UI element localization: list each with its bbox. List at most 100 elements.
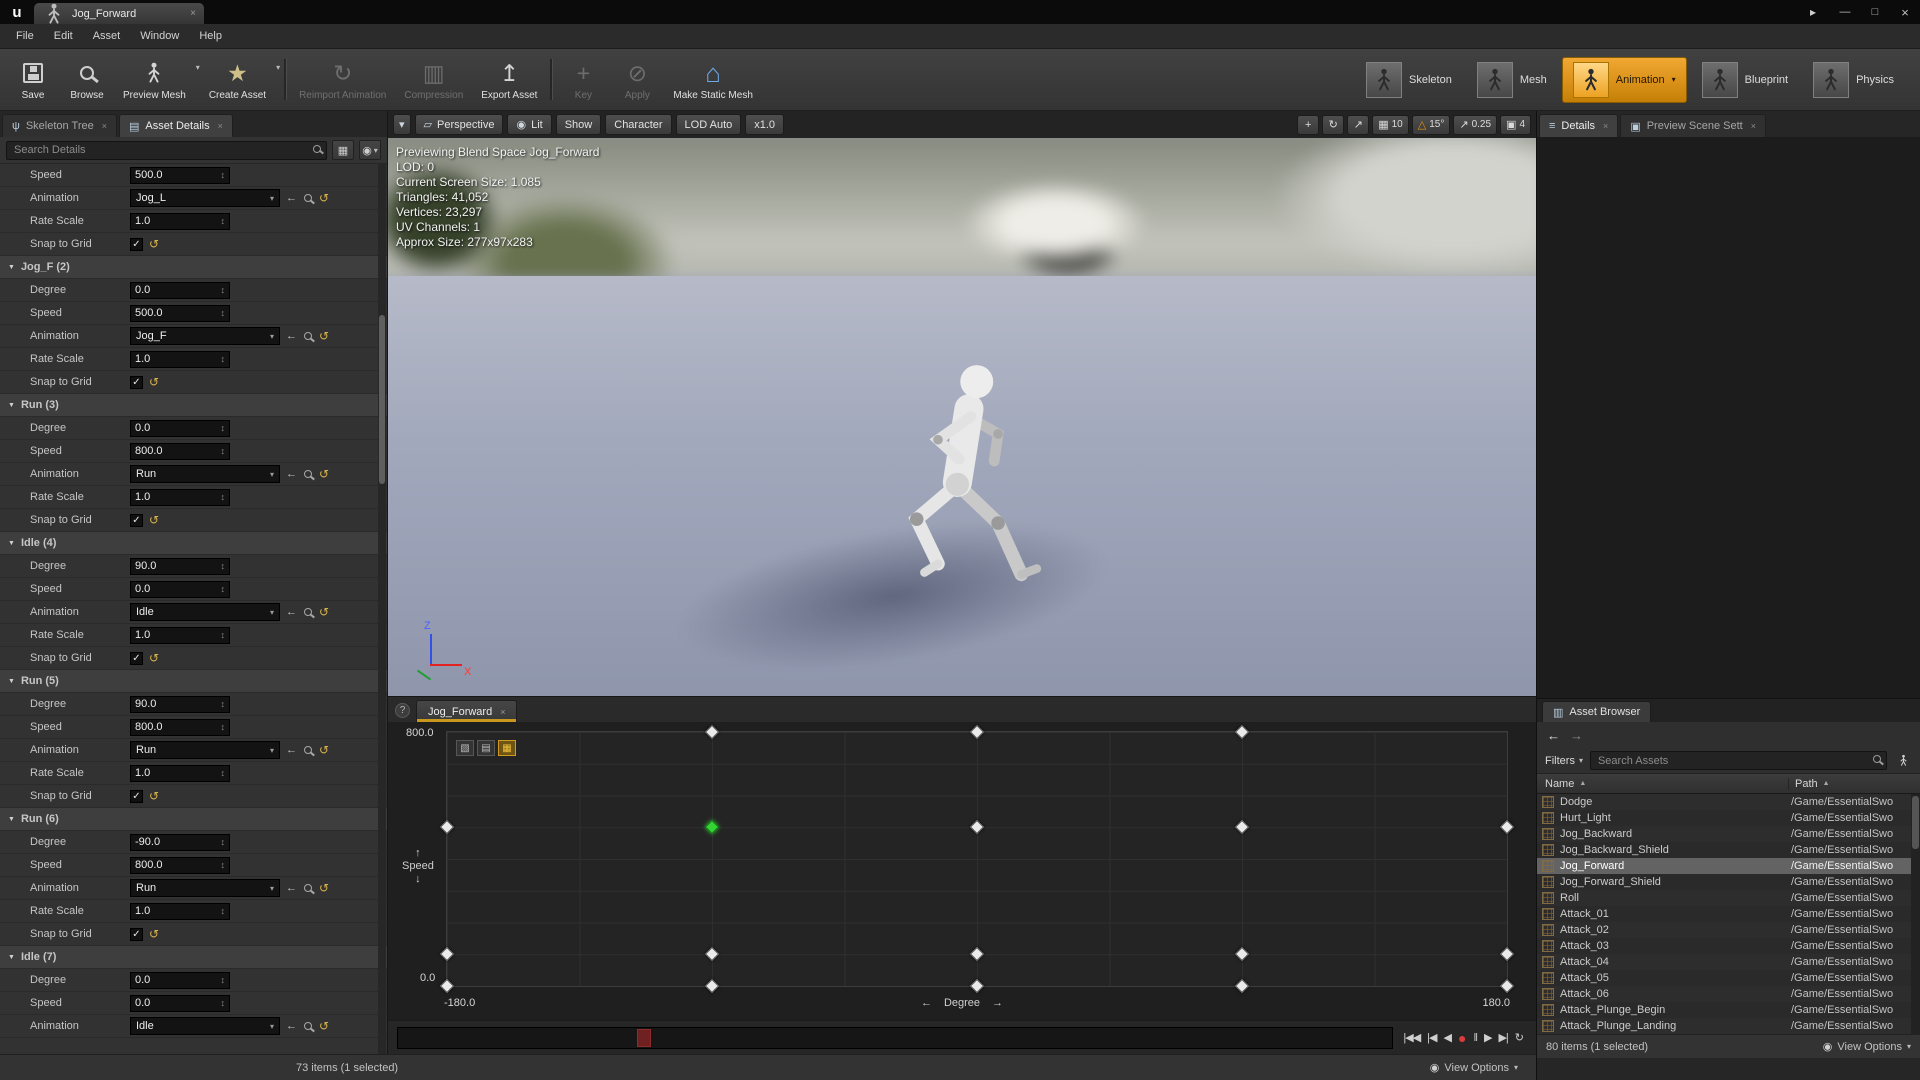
asset-row[interactable]: Jog_Backward_Shield /Game/EssentialSwo	[1537, 842, 1920, 858]
asset-row[interactable]: Hurt_Light /Game/EssentialSwo	[1537, 810, 1920, 826]
number-input[interactable]: 0.0 ↕	[130, 972, 230, 989]
plot-tool-button[interactable]: ▦	[498, 740, 516, 756]
asset-row[interactable]: Attack_03 /Game/EssentialSwo	[1537, 938, 1920, 954]
view-filter-button[interactable]: ◉ ▾	[359, 140, 381, 160]
spinner-icon[interactable]: ↕	[221, 423, 226, 433]
developer-filter-icon[interactable]	[1894, 752, 1912, 770]
scrollbar-thumb[interactable]	[379, 315, 385, 484]
blendspace-sample[interactable]	[440, 979, 454, 993]
snap-checkbox[interactable]: ✓	[130, 928, 143, 941]
property-row[interactable]: ▼ Animation Idle ↕ Idle	[0, 1015, 387, 1038]
play-icon[interactable]: ▶	[1484, 1031, 1491, 1044]
search-assets-box[interactable]	[1590, 751, 1887, 770]
mode-button[interactable]: Animation ▾	[1562, 57, 1687, 103]
spinner-icon[interactable]: ↕	[221, 630, 226, 640]
number-input[interactable]: 1.0 ↕	[130, 765, 230, 782]
timeline-playhead[interactable]	[637, 1029, 651, 1047]
spinner-icon[interactable]: ↕	[221, 906, 226, 916]
number-input[interactable]: 90.0 ↕	[130, 558, 230, 575]
blendspace-sample[interactable]	[440, 820, 454, 834]
spinner-icon[interactable]: ↕	[221, 561, 226, 571]
viewport-snap-button[interactable]: ↻	[1322, 115, 1344, 135]
close-icon[interactable]: ×	[500, 707, 505, 717]
blendspace-sample[interactable]	[1235, 979, 1249, 993]
asset-row[interactable]: Jog_Backward /Game/EssentialSwo	[1537, 826, 1920, 842]
group-expand-icon[interactable]: ▼	[8, 816, 15, 823]
property-row[interactable]: ▼ Idle (7) ↕	[0, 946, 387, 969]
help-icon[interactable]: ?	[395, 703, 410, 718]
browse-to-asset-icon[interactable]	[304, 332, 312, 340]
viewport-toolbar-button[interactable]: ▱ Perspective	[415, 114, 504, 135]
property-row[interactable]: ▼ Degree 90.0 ↕ 90.0	[0, 693, 387, 716]
property-row[interactable]: ▼ Degree 0.0 ↕ 0.0	[0, 417, 387, 440]
asset-row[interactable]: Attack_02 /Game/EssentialSwo	[1537, 922, 1920, 938]
record-icon[interactable]: ●	[1458, 1030, 1466, 1046]
number-input[interactable]: 1.0 ↕	[130, 489, 230, 506]
spinner-icon[interactable]: ↕	[221, 492, 226, 502]
property-row[interactable]: ▼ Animation Run ↕ Run	[0, 877, 387, 900]
scrollbar[interactable]	[1911, 794, 1920, 1034]
property-row[interactable]: ▼ Degree -90.0 ↕ -90.0	[0, 831, 387, 854]
asset-row[interactable]: Attack_05 /Game/EssentialSwo	[1537, 970, 1920, 986]
view-options-button[interactable]: ◉ View Options ▾	[1823, 1040, 1911, 1053]
asset-row[interactable]: Attack_06 /Game/EssentialSwo	[1537, 986, 1920, 1002]
view-options-button[interactable]: ◉ View Options ▾	[1430, 1061, 1518, 1074]
mode-button[interactable]: Blueprint ▾	[1692, 57, 1798, 103]
spinner-icon[interactable]: ↕	[221, 354, 226, 364]
property-row[interactable]: ▼ Snap to Grid ↕	[0, 509, 387, 532]
menu-item[interactable]: Window	[130, 26, 189, 46]
number-input[interactable]: -90.0 ↕	[130, 834, 230, 851]
reset-icon[interactable]: ↺	[149, 651, 159, 665]
column-name[interactable]: Name ▲	[1537, 778, 1788, 790]
spinner-icon[interactable]: ↕	[221, 216, 226, 226]
reset-icon[interactable]: ↺	[319, 605, 329, 619]
asset-row[interactable]: Dodge /Game/EssentialSwo	[1537, 794, 1920, 810]
minimize-button[interactable]: —	[1830, 0, 1860, 24]
viewport-toolbar-button[interactable]: ▾	[393, 114, 411, 135]
blendspace-sample[interactable]	[1235, 725, 1249, 739]
asset-browser-tab[interactable]: ▥ Asset Browser	[1542, 701, 1651, 722]
browse-to-asset-icon[interactable]	[304, 608, 312, 616]
reset-icon[interactable]: ↺	[319, 191, 329, 205]
step-back-icon[interactable]: |◀	[1427, 1031, 1436, 1044]
spinner-icon[interactable]: ↕	[221, 446, 226, 456]
reset-icon[interactable]: ↺	[319, 329, 329, 343]
property-row[interactable]: ▼ Snap to Grid ↕	[0, 647, 387, 670]
property-row[interactable]: ▼ Rate Scale 1.0 ↕ 1.0	[0, 624, 387, 647]
property-row[interactable]: ▼ Speed 500.0 ↕ 500.0	[0, 302, 387, 325]
reset-icon[interactable]: ↺	[149, 375, 159, 389]
toolbar-button[interactable]: Preview Mesh ▾	[114, 51, 200, 108]
number-input[interactable]: 0.0 ↕	[130, 581, 230, 598]
asset-row[interactable]: Attack_Plunge_Begin /Game/EssentialSwo	[1537, 1002, 1920, 1018]
snap-checkbox[interactable]: ✓	[130, 652, 143, 665]
blendspace-sample[interactable]	[970, 947, 984, 961]
blendspace-sample[interactable]	[1235, 947, 1249, 961]
viewport-toolbar-button[interactable]: LOD Auto	[676, 114, 742, 135]
use-selected-icon[interactable]: ←	[286, 606, 297, 618]
scrollbar[interactable]	[378, 164, 386, 1054]
mode-button[interactable]: Mesh ▾	[1467, 57, 1557, 103]
property-row[interactable]: ▼ Rate Scale 1.0 ↕ 1.0	[0, 486, 387, 509]
blendspace-sample[interactable]	[970, 979, 984, 993]
blendspace-sample[interactable]	[1500, 947, 1514, 961]
spinner-icon[interactable]: ↕	[221, 699, 226, 709]
asset-row[interactable]: Attack_04 /Game/EssentialSwo	[1537, 954, 1920, 970]
animation-dropdown[interactable]: Run ▾	[130, 465, 280, 483]
plot-tool-button[interactable]: ▤	[477, 740, 495, 756]
blendspace-sample[interactable]	[440, 947, 454, 961]
blendspace-sample[interactable]	[1500, 979, 1514, 993]
property-row[interactable]: ▼ Speed 800.0 ↕ 800.0	[0, 854, 387, 877]
browse-to-asset-icon[interactable]	[304, 194, 312, 202]
spinner-icon[interactable]: ↕	[221, 837, 226, 847]
number-input[interactable]: 500.0 ↕	[130, 167, 230, 184]
snap-checkbox[interactable]: ✓	[130, 376, 143, 389]
viewport-toolbar-button[interactable]: Show	[556, 114, 602, 135]
viewport-snap-button[interactable]: ▣ 4	[1500, 115, 1531, 135]
number-input[interactable]: 0.0 ↕	[130, 995, 230, 1012]
viewport-snap-button[interactable]: △ 15°	[1412, 115, 1451, 135]
animation-dropdown[interactable]: Jog_F ▾	[130, 327, 280, 345]
reset-icon[interactable]: ↺	[149, 513, 159, 527]
search-assets-input[interactable]	[1590, 751, 1887, 770]
3d-viewport[interactable]: Previewing Blend Space Jog_ForwardLOD: 0…	[388, 138, 1536, 696]
use-selected-icon[interactable]: ←	[286, 744, 297, 756]
